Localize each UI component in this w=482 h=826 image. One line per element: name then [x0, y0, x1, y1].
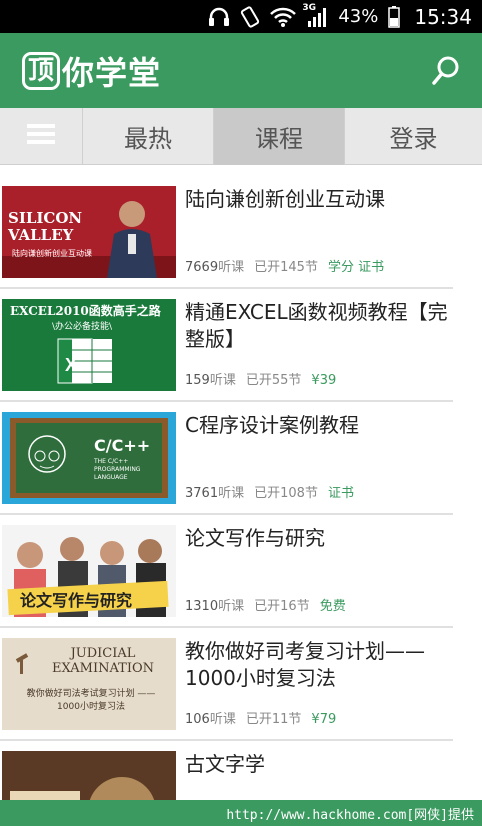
course-title: 精通EXCEL函数视频教程【完整版】 — [185, 300, 448, 351]
battery-percent: 43% — [338, 6, 379, 27]
app-logo: 顶 你学堂 — [22, 48, 161, 94]
session-count: 145 — [280, 260, 305, 275]
listener-label: 听课 — [209, 712, 236, 727]
session-count: 55 — [271, 373, 289, 388]
signal-icon: 3G — [302, 3, 328, 27]
sessions-unit: 节 — [296, 599, 310, 614]
course-item[interactable]: JUDICIAL EXAMINATION 教你做好司法考试复习计划 ——1000… — [0, 628, 453, 741]
course-thumbnail: C/C++ THE C/C++ PROGRAMMING LANGUAGE — [2, 412, 176, 504]
course-price: 免费 — [319, 599, 346, 614]
course-thumbnail: X EXCEL2010函数高手之路 \办公必备技能\ — [2, 299, 176, 391]
listener-count: 159 — [185, 373, 210, 388]
app-header: 顶 你学堂 — [0, 33, 482, 108]
screen-rotate-icon — [240, 5, 260, 28]
thumb-subtitle: \办公必备技能\ — [52, 322, 113, 332]
hamburger-menu-icon — [27, 123, 55, 151]
course-item[interactable]: SILICON VALLEY 陆向谦创新创业互动课 陆向谦创新创业互动课 766… — [0, 176, 453, 289]
thumb-title: SILICON VALLEY — [8, 209, 83, 244]
course-meta: 3761听课 已开108节 证书 — [185, 482, 354, 501]
course-title: 陆向谦创新创业互动课 — [185, 187, 385, 211]
sessions-unit: 节 — [304, 260, 318, 275]
sessions-prefix: 已开 — [254, 486, 281, 501]
course-meta: 7669听课 已开145节 学分 证书 — [185, 256, 384, 275]
sessions-prefix: 已开 — [254, 260, 281, 275]
thumb-subtitle: THE C/C++ PROGRAMMING LANGUAGE — [94, 458, 141, 481]
listener-count: 3761 — [185, 486, 219, 501]
course-meta: 159听课 已开55节 ¥39 — [185, 369, 336, 388]
logo-mark: 顶 — [22, 51, 60, 90]
course-title: 论文写作与研究 — [185, 526, 325, 550]
sessions-unit: 节 — [304, 486, 318, 501]
course-thumbnail: JUDICIAL EXAMINATION 教你做好司法考试复习计划 ——1000… — [2, 638, 176, 730]
tab-bar: 最热 课程 登录 — [0, 108, 482, 165]
battery-icon — [388, 5, 401, 28]
thumb-title: 论文写作与研究 — [20, 591, 133, 610]
thumb-title: C/C++ — [94, 436, 151, 455]
status-bar: 3G 43% 15:34 — [0, 0, 482, 33]
course-price: 证书 — [327, 486, 354, 501]
course-title: C程序设计案例教程 — [185, 413, 359, 437]
sessions-unit: 节 — [288, 712, 302, 727]
session-count: 108 — [280, 486, 305, 501]
course-title: 教你做好司考复习计划——1000小时复习法 — [185, 639, 425, 690]
session-count: 16 — [280, 599, 297, 614]
tab-hot[interactable]: 最热 — [83, 108, 214, 165]
listener-count: 7669 — [185, 260, 219, 275]
sessions-prefix: 已开 — [245, 712, 272, 727]
listener-label: 听课 — [218, 260, 245, 275]
wifi-icon — [270, 7, 297, 27]
search-icon[interactable] — [432, 56, 460, 86]
sessions-prefix: 已开 — [245, 373, 272, 388]
listener-label: 听课 — [209, 373, 236, 388]
thumb-title: EXCEL2010函数高手之路 — [10, 304, 161, 318]
logo-text: 你学堂 — [62, 53, 162, 92]
session-count: 11 — [271, 712, 289, 727]
network-type-label: 3G — [302, 2, 316, 13]
course-price: ¥39 — [311, 373, 337, 388]
tab-courses[interactable]: 课程 — [214, 108, 345, 165]
sessions-unit: 节 — [288, 373, 302, 388]
thumb-subtitle: 教你做好司法考试复习计划 ——1000小时复习法 — [26, 689, 156, 712]
course-price: 学分 证书 — [327, 260, 385, 275]
course-item[interactable]: C/C++ THE C/C++ PROGRAMMING LANGUAGE C程序… — [0, 402, 453, 515]
course-title: 古文字学 — [185, 752, 265, 776]
tab-login[interactable]: 登录 — [345, 108, 482, 165]
svg-text:X: X — [65, 355, 77, 375]
listener-label: 听课 — [218, 486, 245, 501]
course-meta: 1310听课 已开16节 免费 — [185, 595, 346, 614]
thumb-title: JUDICIAL EXAMINATION — [51, 646, 154, 676]
listener-label: 听课 — [218, 599, 245, 614]
sessions-prefix: 已开 — [254, 599, 281, 614]
listener-count: 106 — [185, 712, 210, 727]
course-item[interactable]: 论文写作与研究 论文写作与研究 1310听课 已开16节 免费 — [0, 515, 453, 628]
watermark-text: http://www.hackhome.com[网侠]提供 — [226, 807, 474, 823]
course-list: SILICON VALLEY 陆向谦创新创业互动课 陆向谦创新创业互动课 766… — [0, 176, 482, 826]
thumb-subtitle: 陆向谦创新创业互动课 — [12, 249, 92, 258]
watermark-bar: http://www.hackhome.com[网侠]提供 — [0, 800, 482, 826]
course-item[interactable]: X EXCEL2010函数高手之路 \办公必备技能\ 精通EXCEL函数视频教程… — [0, 289, 453, 402]
headphones-icon — [208, 7, 230, 27]
course-thumbnail: SILICON VALLEY 陆向谦创新创业互动课 — [2, 186, 176, 278]
course-thumbnail: 论文写作与研究 — [2, 525, 176, 617]
clock: 15:34 — [414, 4, 472, 29]
course-price: ¥79 — [311, 712, 337, 727]
course-meta: 106听课 已开11节 ¥79 — [185, 708, 336, 727]
menu-button[interactable] — [0, 108, 83, 165]
listener-count: 1310 — [185, 599, 219, 614]
